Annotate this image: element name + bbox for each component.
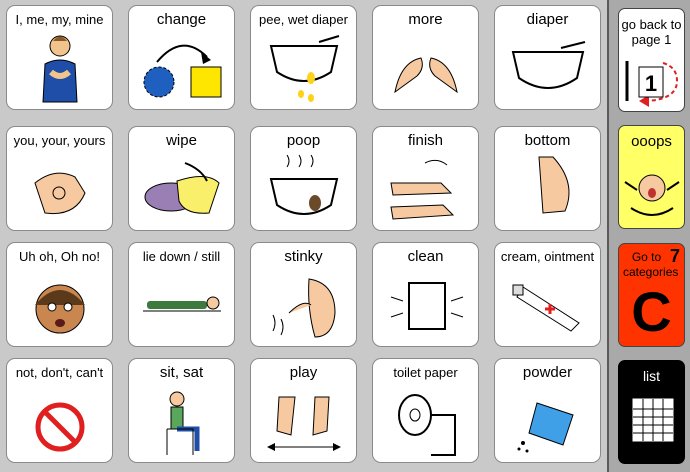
- symbol-button-cream[interactable]: cream, ointment: [494, 242, 601, 347]
- lying-person-icon: [143, 296, 221, 312]
- symbol-label: you, your, yours: [13, 133, 106, 148]
- diaper-icon: [511, 41, 586, 89]
- symbol-label: pee, wet diaper: [259, 12, 348, 27]
- powder-bottle-icon: [517, 402, 574, 453]
- back-arrow-icon: 1: [625, 61, 679, 107]
- categories-letter: C: [631, 280, 672, 343]
- symbol-label: diaper: [526, 11, 569, 28]
- change-arrow-icon: [143, 44, 222, 98]
- symbol-button-more[interactable]: more: [372, 5, 479, 110]
- go-back-page-1-button[interactable]: go back to page 1 1: [618, 8, 685, 112]
- page-number: 1: [645, 71, 657, 96]
- sitting-person-icon: [166, 391, 200, 455]
- symbol-label: clean: [407, 248, 444, 265]
- symbol-button-me[interactable]: I, me, my, mine: [6, 5, 113, 110]
- symbol-button-finish[interactable]: finish: [372, 126, 479, 231]
- symbol-button-bottom[interactable]: bottom: [494, 126, 601, 231]
- symbol-button-you[interactable]: you, your, yours: [6, 126, 113, 231]
- symbol-label: finish: [407, 132, 444, 149]
- symbol-label: powder: [522, 364, 573, 381]
- symbol-label: wipe: [166, 132, 197, 149]
- symbol-label: cream, ointment: [500, 249, 595, 264]
- ooops-button[interactable]: ooops: [618, 125, 685, 229]
- play-hands-icon: [267, 396, 341, 451]
- ointment-tube-icon: [512, 284, 580, 332]
- clean-icon: [390, 282, 464, 330]
- symbol-label: play: [289, 364, 318, 381]
- symbol-button-play[interactable]: play: [250, 358, 357, 463]
- go-to-categories-button[interactable]: Go to categories 7 C: [618, 243, 685, 347]
- toilet-paper-icon: [398, 394, 456, 456]
- symbol-button-powder[interactable]: powder: [494, 358, 601, 463]
- symbol-button-not[interactable]: not, don't, can't: [6, 358, 113, 463]
- symbol-button-toilet-paper[interactable]: toilet paper: [372, 358, 479, 463]
- symbol-label: not, don't, can't: [15, 365, 104, 380]
- wipe-icon: [144, 162, 220, 214]
- symbol-button-clean[interactable]: clean: [372, 242, 479, 347]
- symbol-button-diaper[interactable]: diaper: [494, 5, 601, 110]
- symbol-button-stinky[interactable]: stinky: [250, 242, 357, 347]
- symbol-button-lie-down[interactable]: lie down / still: [128, 242, 235, 347]
- symbol-label: sit, sat: [159, 364, 204, 381]
- symbol-label: toilet paper: [393, 365, 458, 380]
- poop-diaper-icon: [269, 154, 339, 215]
- sidebar: go back to page 1 1 ooops Go to categori…: [607, 0, 690, 472]
- surprised-face-icon: [35, 284, 85, 334]
- list-button[interactable]: list: [618, 360, 685, 464]
- more-hands-icon: [394, 57, 458, 94]
- categories-label: Go to categories: [623, 250, 679, 279]
- symbol-button-poop[interactable]: poop: [250, 126, 357, 231]
- symbol-label: stinky: [284, 248, 323, 265]
- finish-hands-icon: [390, 159, 455, 220]
- symbol-button-change[interactable]: change: [128, 5, 235, 110]
- categories-number: 7: [669, 246, 680, 266]
- symbol-button-uh-oh[interactable]: Uh oh, Oh no!: [6, 242, 113, 347]
- symbol-button-sit[interactable]: sit, sat: [128, 358, 235, 463]
- list-table-icon: [632, 398, 674, 442]
- symbol-button-wipe[interactable]: wipe: [128, 126, 235, 231]
- symbol-label: Uh oh, Oh no!: [19, 249, 100, 264]
- wet-diaper-icon: [269, 35, 340, 102]
- person-pointing-self-icon: [42, 35, 78, 103]
- ooops-face-icon: [624, 174, 680, 216]
- bottom-icon: [538, 156, 570, 214]
- symbol-label: bottom: [524, 132, 571, 149]
- stinky-icon: [272, 278, 336, 338]
- symbol-button-pee[interactable]: pee, wet diaper: [250, 5, 357, 110]
- symbol-label: poop: [286, 132, 321, 149]
- prohibited-icon: [35, 402, 85, 452]
- symbol-label: more: [408, 11, 443, 28]
- symbol-grid: I, me, my, mine change pee, wet diaper m…: [6, 5, 602, 467]
- pointing-finger-icon: [34, 172, 86, 215]
- symbol-label: lie down / still: [142, 249, 221, 264]
- symbol-label: I, me, my, mine: [15, 12, 104, 27]
- symbol-label: change: [156, 11, 207, 28]
